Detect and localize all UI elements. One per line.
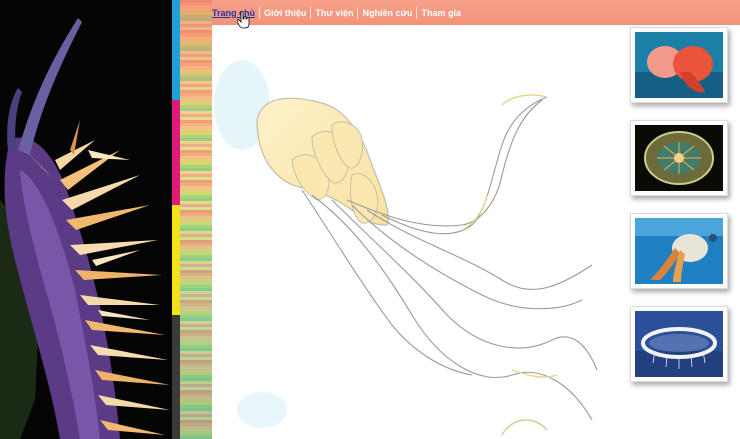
thumbnail-lions-mane-jellyfish[interactable] bbox=[630, 213, 728, 289]
top-navigation: Trang chủ Giới thiệu Thư viện Nghiên cứu… bbox=[212, 0, 740, 25]
color-stripe bbox=[172, 0, 180, 439]
thumbnail-orange-jellyfish[interactable] bbox=[630, 27, 728, 103]
decorative-band-overlay bbox=[180, 0, 212, 439]
thumbnail-translucent-jellyfish[interactable] bbox=[630, 120, 728, 196]
nav-library-link[interactable]: Thư viện bbox=[310, 6, 357, 19]
nav-home-link[interactable]: Trang chủ bbox=[212, 7, 259, 19]
nav-research-link[interactable]: Nghiên cứu bbox=[357, 6, 416, 19]
thumbnail-ring-jellyfish[interactable] bbox=[630, 306, 728, 382]
jellyfish-illustration bbox=[214, 60, 598, 436]
thumbnail-gallery bbox=[630, 27, 732, 399]
nudibranch-photo bbox=[0, 0, 172, 439]
nav-join-link[interactable]: Tham gia bbox=[416, 6, 465, 19]
nav-about-link[interactable]: Giới thiệu bbox=[259, 6, 310, 19]
